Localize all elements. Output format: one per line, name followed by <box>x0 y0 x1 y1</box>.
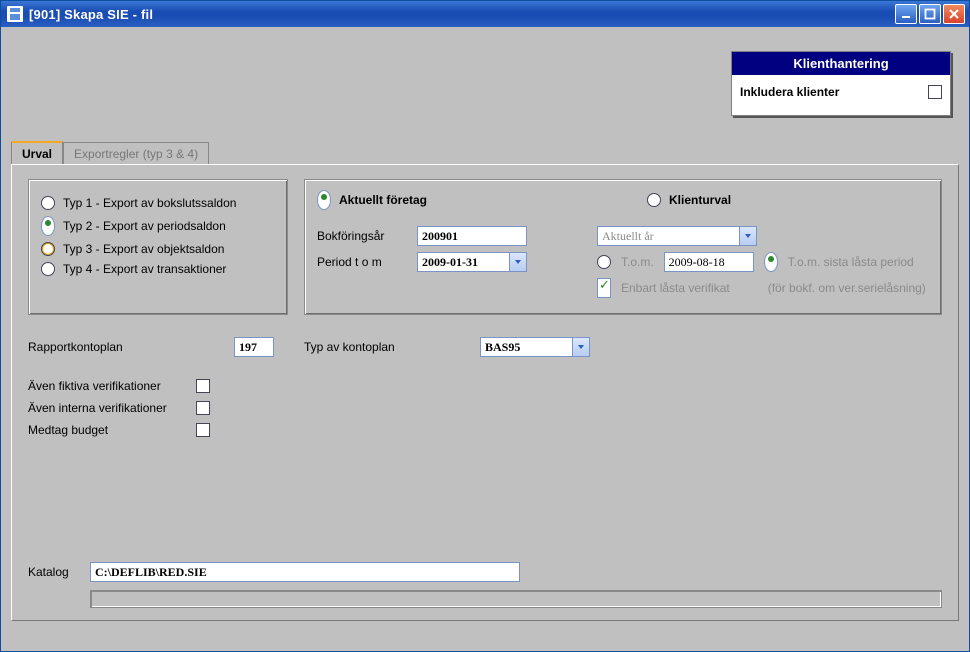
rapportkontoplan-label: Rapportkontoplan <box>28 340 208 354</box>
type3-radio[interactable] <box>41 242 55 256</box>
tom-label: T.o.m. <box>621 255 654 269</box>
chevron-down-icon <box>509 253 526 271</box>
rapportkontoplan-input[interactable] <box>234 337 274 357</box>
scope-aktuellt-radio[interactable] <box>317 190 331 210</box>
fiktiva-checkbox[interactable] <box>196 379 210 393</box>
only-locked-label: Enbart låsta verifikat <box>621 281 730 295</box>
scope-aktuellt-row[interactable]: Aktuellt företag <box>317 190 427 210</box>
interna-label: Även interna verifikationer <box>28 401 188 415</box>
type4-row[interactable]: Typ 4 - Export av transaktioner <box>41 262 275 276</box>
tab-urval-label: Urval <box>22 147 52 161</box>
only-locked-note: (för bokf. om ver.serielåsning) <box>768 281 926 295</box>
budget-label: Medtag budget <box>28 423 188 437</box>
type3-label: Typ 3 - Export av objektsaldon <box>63 242 224 256</box>
only-locked-checkbox[interactable] <box>597 278 611 298</box>
ar-select[interactable]: Aktuellt år <box>597 226 757 246</box>
interna-checkbox[interactable] <box>196 401 210 415</box>
type1-row[interactable]: Typ 1 - Export av bokslutssaldon <box>41 196 275 210</box>
type2-radio[interactable] <box>41 216 55 236</box>
ar-select-value: Aktuellt år <box>602 229 654 244</box>
tom-date-radio[interactable] <box>597 255 611 269</box>
period-value: 2009-01-31 <box>422 255 478 270</box>
include-clients-label: Inkludera klienter <box>740 85 839 99</box>
scope-right-column: Aktuellt år T.o.m. T.o.m. sista låsta pe… <box>597 220 926 304</box>
printer-icon <box>7 6 23 22</box>
type4-label: Typ 4 - Export av transaktioner <box>63 262 226 276</box>
chevron-down-icon <box>739 227 756 245</box>
scope-klienturval-radio[interactable] <box>647 193 661 207</box>
tab-exportregler[interactable]: Exportregler (typ 3 & 4) <box>63 142 209 166</box>
window-buttons <box>895 4 965 24</box>
options-group: Även fiktiva verifikationer Även interna… <box>28 379 942 437</box>
tab-urval[interactable]: Urval <box>11 141 63 165</box>
tab-exportregler-label: Exportregler (typ 3 & 4) <box>74 147 198 161</box>
type3-row[interactable]: Typ 3 - Export av objektsaldon <box>41 242 275 256</box>
katalog-label: Katalog <box>28 565 78 579</box>
type2-label: Typ 2 - Export av periodsaldon <box>63 219 226 233</box>
close-button[interactable] <box>943 4 965 24</box>
period-label: Period t o m <box>317 255 407 269</box>
progress-bar <box>90 590 942 608</box>
tom-date-input[interactable] <box>664 252 754 272</box>
scope-aktuellt-label: Aktuellt företag <box>339 193 427 207</box>
tab-strip: Urval Exportregler (typ 3 & 4) <box>11 141 209 165</box>
type1-radio[interactable] <box>41 196 55 210</box>
type4-radio[interactable] <box>41 262 55 276</box>
bokforingsar-input[interactable] <box>417 226 527 246</box>
kontoplan-typ-select[interactable]: BAS95 <box>480 337 590 357</box>
period-select[interactable]: 2009-01-31 <box>417 252 527 272</box>
tom-last-locked-label: T.o.m. sista låsta period <box>788 255 914 269</box>
kontoplan-typ-value: BAS95 <box>485 340 520 355</box>
scope-klienturval-label: Klienturval <box>669 193 731 207</box>
scope-klienturval-row[interactable]: Klienturval <box>647 190 731 210</box>
include-clients-checkbox[interactable] <box>928 85 942 99</box>
window-title: [901] Skapa SIE - fil <box>29 7 895 22</box>
minimize-button[interactable] <box>895 4 917 24</box>
fiktiva-label: Även fiktiva verifikationer <box>28 379 188 393</box>
report-plan-row: Rapportkontoplan Typ av kontoplan BAS95 <box>28 337 942 357</box>
client-handling-heading: Klienthantering <box>732 52 950 75</box>
maximize-button[interactable] <box>919 4 941 24</box>
budget-checkbox[interactable] <box>196 423 210 437</box>
tom-last-locked-radio[interactable] <box>764 252 778 272</box>
type2-row[interactable]: Typ 2 - Export av periodsaldon <box>41 216 275 236</box>
client-handling-panel: Klienthantering Inkludera klienter <box>731 51 951 116</box>
type1-label: Typ 1 - Export av bokslutssaldon <box>63 196 236 210</box>
tab-panel-urval: Typ 1 - Export av bokslutssaldon Typ 2 -… <box>11 164 959 621</box>
export-type-group: Typ 1 - Export av bokslutssaldon Typ 2 -… <box>28 179 288 315</box>
typ-av-kontoplan-label: Typ av kontoplan <box>304 340 454 354</box>
bokforingsar-label: Bokföringsår <box>317 229 407 243</box>
bottom-area: Katalog <box>28 562 942 608</box>
katalog-input[interactable] <box>90 562 520 582</box>
app-window: [901] Skapa SIE - fil Klienthantering In… <box>0 0 970 652</box>
chevron-down-icon <box>572 338 589 356</box>
scope-group: Aktuellt företag Klienturval Bokföringså… <box>304 179 942 315</box>
titlebar: [901] Skapa SIE - fil <box>1 1 969 27</box>
scope-left-column: Bokföringsår Period t o m 2009-01-31 <box>317 220 567 304</box>
